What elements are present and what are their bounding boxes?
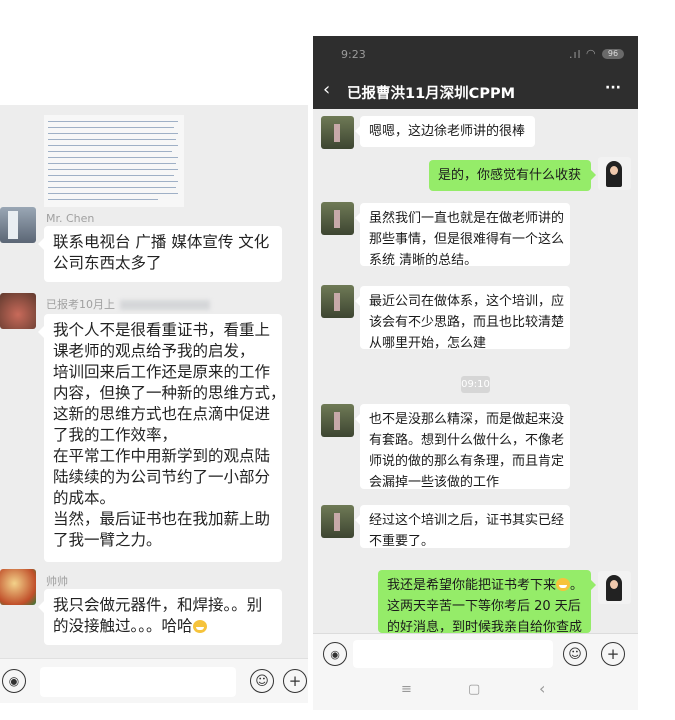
message-bubble-outgoing[interactable]: 是的，你感觉有什么收获: [429, 160, 596, 191]
message-text: 我还是希望你能把证书考下来: [387, 578, 557, 593]
message-bubble-outgoing[interactable]: 我还是希望你能把证书考下来。 这两天辛苦一下等你考后 20 天后 的好消息，到时…: [378, 570, 596, 635]
emoji-icon[interactable]: ☺: [563, 642, 587, 666]
message-text: 是的，你感觉有什么收获: [438, 168, 582, 183]
voice-icon[interactable]: ◉: [323, 642, 347, 666]
menu-nav-icon[interactable]: ≡: [401, 682, 412, 697]
message-bubble-incoming[interactable]: 虽然我们一直也就是在做老师讲的 那些事情，但是很难得有一个这么 系统 清晰的总结…: [355, 203, 570, 268]
message-text: 也不是没那么精深，而是做起来没: [369, 412, 565, 427]
avatar[interactable]: [321, 116, 354, 149]
avatar[interactable]: [0, 293, 36, 329]
message-text: 的成本。: [53, 489, 116, 507]
status-time: 9:23: [341, 48, 366, 61]
message-text: 不重要了。: [369, 534, 435, 549]
message-input[interactable]: [353, 640, 553, 668]
battery-icon: 96: [602, 49, 624, 59]
avatar[interactable]: [598, 157, 631, 190]
message-text: 我个人不是很看重证书，看重上: [53, 321, 271, 339]
avatar[interactable]: [321, 505, 354, 538]
message-bubble-incoming[interactable]: 嗯嗯，这边徐老师讲的很棒: [355, 116, 535, 147]
message-text: 联系电视台 广播 媒体宣传 文化: [53, 233, 270, 251]
timestamp: 09:10: [461, 376, 490, 393]
message-text: 公司东西太多了: [53, 254, 162, 272]
message-text: 培训回来后工作还是原来的工作: [53, 363, 271, 381]
shared-document-image[interactable]: [44, 115, 184, 207]
message-text: 的没接触过。。。哈哈: [53, 617, 193, 635]
signal-icon: .ıl: [569, 48, 582, 61]
chat-title: 已报曹洪11月深圳CPPM: [347, 86, 516, 102]
message-text: 嗯嗯，这边徐老师讲的很棒: [369, 124, 526, 139]
message-text: 师说的做的那么有条理，而且肯定: [369, 454, 565, 469]
message-text: 这新的思维方式也在点滴中促进: [53, 405, 271, 423]
emoji-icon[interactable]: ☺: [250, 669, 274, 693]
message-text: 内容，但换了一种新的思维方式，: [53, 384, 286, 402]
sender-name: Mr. Chen: [46, 212, 95, 225]
chat-header: ‹ 已报曹洪11月深圳CPPM ···: [313, 74, 638, 109]
grin-emoji-icon: [192, 620, 207, 633]
message-bubble[interactable]: 我只会做元器件，和焊接。。别 的没接触过。。。哈哈: [38, 589, 282, 645]
more-options-icon[interactable]: ···: [605, 80, 621, 96]
sender-name: 帅帅: [46, 575, 68, 588]
message-text: 最近公司在做体系，这个培训，应: [369, 294, 565, 309]
back-arrow-icon[interactable]: ‹: [323, 79, 330, 100]
plus-icon[interactable]: +: [283, 669, 307, 693]
message-input[interactable]: [40, 667, 236, 697]
message-text: 那些事情，但是很难得有一个这么: [369, 232, 565, 247]
message-text: 虽然我们一直也就是在做老师讲的: [369, 211, 565, 226]
right-chat-screenshot: 9:23 .ıl ◠ 96 ‹ 已报曹洪11月深圳CPPM ··· 嗯嗯，这边徐…: [313, 36, 638, 710]
left-chat-screenshot: Mr. Chen 联系电视台 广播 媒体宣传 文化 公司东西太多了 已报考10月…: [0, 105, 308, 703]
system-nav-bar: ≡ ▢ ‹: [313, 673, 638, 710]
grin-emoji-icon: [556, 578, 571, 591]
message-bubble-incoming[interactable]: 最近公司在做体系，这个培训，应 该会有不少思路，而且也比较清楚 从哪里开始，怎么…: [355, 286, 570, 351]
chat-input-bar: ◉ ☺ +: [313, 633, 638, 674]
message-text: 经过这个培训之后，证书其实已经: [369, 513, 565, 528]
message-text: 这两天辛苦一下等你考后 20 天后: [387, 599, 581, 614]
message-bubble[interactable]: 我个人不是很看重证书，看重上 课老师的观点给予我的启发， 培训回来后工作还是原来…: [38, 314, 286, 562]
avatar[interactable]: [321, 404, 354, 437]
avatar[interactable]: [0, 569, 36, 605]
message-text: 从哪里开始，怎么建: [369, 336, 487, 351]
message-text: 有套路。想到什么做什么，不像老: [369, 433, 565, 448]
avatar[interactable]: [598, 571, 631, 604]
message-text: 课老师的观点给予我的启发，: [53, 342, 255, 360]
message-text: 该会有不少思路，而且也比较清楚: [369, 315, 565, 330]
plus-icon[interactable]: +: [601, 642, 625, 666]
message-text: 当然，最后证书也在我加薪上助: [53, 510, 271, 528]
message-bubble[interactable]: 联系电视台 广播 媒体宣传 文化 公司东西太多了: [38, 226, 282, 282]
home-nav-icon[interactable]: ▢: [468, 682, 480, 697]
message-bubble-incoming[interactable]: 经过这个培训之后，证书其实已经 不重要了。: [355, 505, 570, 549]
status-bar: 9:23 .ıl ◠ 96: [313, 36, 638, 74]
wifi-icon: ◠: [586, 47, 596, 60]
avatar[interactable]: [0, 207, 36, 243]
message-text: 系统 清晰的总结。: [369, 253, 478, 268]
message-text: 陆续续的为公司节约了一小部分: [53, 468, 271, 486]
voice-icon[interactable]: ◉: [2, 669, 26, 693]
message-text: 会漏掉一些该做的工作: [369, 475, 500, 490]
chat-input-bar: ◉ ☺ +: [0, 658, 308, 703]
message-text: 我只会做元器件，和焊接。。别: [53, 596, 263, 614]
avatar[interactable]: [321, 202, 354, 235]
back-nav-icon[interactable]: ‹: [539, 679, 545, 698]
message-text: 在平常工作中用新学到的观点陆: [53, 447, 271, 465]
message-text: 了我一臂之力。: [53, 531, 162, 549]
sender-name: 已报考10月上: [46, 298, 115, 311]
avatar[interactable]: [321, 285, 354, 318]
message-bubble-incoming[interactable]: 也不是没那么精深，而是做起来没 有套路。想到什么做什么，不像老 师说的做的那么有…: [355, 404, 570, 490]
blurred-name-overlay: [120, 300, 210, 310]
message-text: 了我的工作效率，: [53, 426, 178, 444]
